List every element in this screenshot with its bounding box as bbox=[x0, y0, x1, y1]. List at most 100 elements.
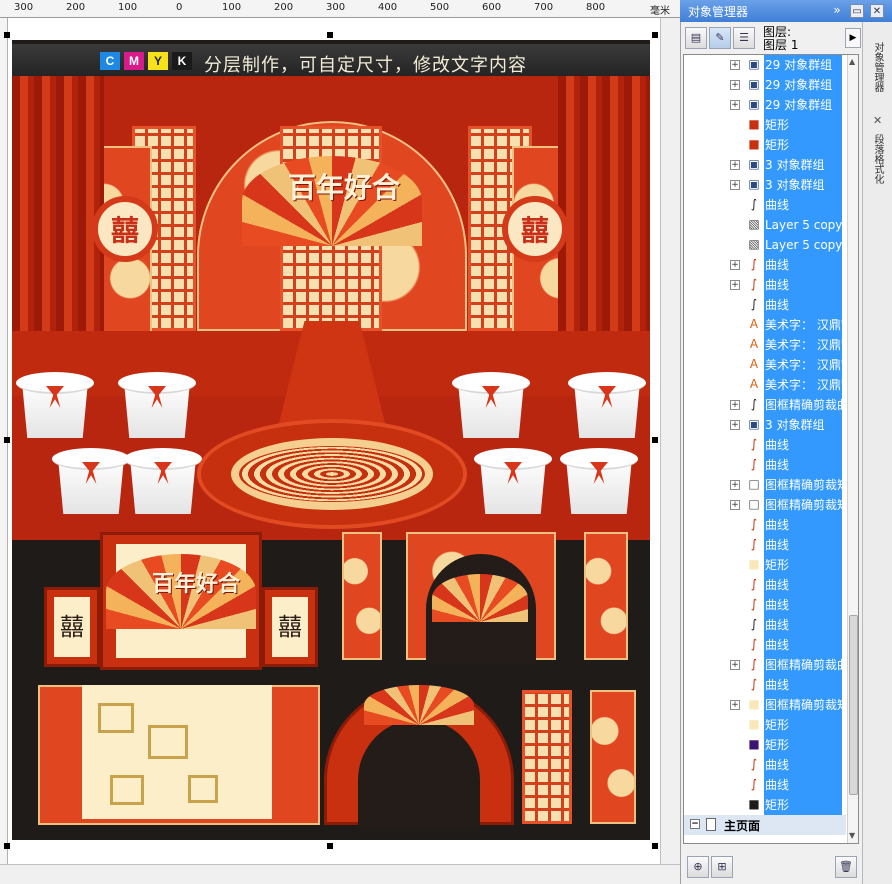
object-row[interactable]: ∫ 曲线 bbox=[684, 615, 844, 635]
object-row[interactable]: + ∫ 曲线 bbox=[684, 275, 844, 295]
object-row[interactable]: + ▣ 3 对象群组 bbox=[684, 415, 844, 435]
object-row[interactable]: ∫ 曲线 bbox=[684, 575, 844, 595]
object-row[interactable]: + ▣ 3 对象群组 bbox=[684, 155, 844, 175]
selection-handle[interactable] bbox=[327, 843, 333, 849]
tab-object-manager[interactable]: 对象管理器 bbox=[871, 42, 885, 92]
layer-menu-arrow-icon[interactable]: ▶ bbox=[845, 28, 861, 48]
canvas-vertical-scrollbar[interactable] bbox=[660, 18, 680, 864]
arch-gate-sample[interactable] bbox=[324, 685, 514, 829]
object-row[interactable]: ∫ 曲线 bbox=[684, 535, 844, 555]
horizontal-ruler[interactable]: 300 200 100 0 100 200 300 400 500 600 70… bbox=[0, 0, 680, 18]
cmyk-banner[interactable]: C M Y K 分层制作，可自定尺寸，修改文字内容 bbox=[12, 44, 650, 78]
object-row[interactable]: + ▣ 29 对象群组 bbox=[684, 75, 844, 95]
object-row[interactable]: + □ 图框精确剪裁矩 bbox=[684, 475, 844, 495]
canvas-horizontal-scrollbar[interactable] bbox=[0, 864, 680, 884]
selection-handle[interactable] bbox=[4, 32, 10, 38]
object-row[interactable]: ∫ 曲线 bbox=[684, 295, 844, 315]
expand-icon[interactable]: + bbox=[730, 260, 740, 270]
object-row[interactable]: ▧ Layer 5 copy bbox=[684, 235, 844, 255]
close-tab-icon[interactable]: ✕ bbox=[873, 114, 882, 127]
expand-icon[interactable]: + bbox=[730, 500, 740, 510]
close-docker-button[interactable]: ✕ bbox=[870, 4, 884, 18]
selection-handle[interactable] bbox=[652, 437, 658, 443]
collapse-docker-button[interactable]: » bbox=[830, 4, 844, 18]
object-row[interactable]: ■ 矩形 bbox=[684, 795, 844, 815]
object-manager-toolbar: ▤ ✎ ☰ 图层: 图层 1 ▶ bbox=[681, 24, 863, 52]
show-properties-icon[interactable]: ▤ bbox=[685, 27, 707, 49]
selection-handle[interactable] bbox=[4, 437, 10, 443]
expand-icon[interactable]: + bbox=[730, 400, 740, 410]
expand-icon[interactable]: + bbox=[730, 700, 740, 710]
selection-handle[interactable] bbox=[4, 843, 10, 849]
layer-manager-icon[interactable]: ☰ bbox=[733, 27, 755, 49]
object-row[interactable]: ■ 矩形 bbox=[684, 555, 844, 575]
expand-icon[interactable]: + bbox=[730, 60, 740, 70]
object-row-label: 3 对象群组 bbox=[764, 415, 842, 435]
moon-gate-sample[interactable] bbox=[342, 532, 632, 664]
object-row[interactable]: ∫ 曲线 bbox=[684, 595, 844, 615]
object-row[interactable]: A 美术字： 汉鼎繁 bbox=[684, 335, 844, 355]
new-layer-icon[interactable]: ⊕ bbox=[687, 856, 709, 878]
expand-icon[interactable]: + bbox=[730, 100, 740, 110]
object-row[interactable]: ■ 矩形 bbox=[684, 715, 844, 735]
object-row[interactable]: A 美术字： 汉鼎繁 bbox=[684, 315, 844, 335]
backdrop-sample[interactable]: 百年好合 囍 囍 bbox=[24, 532, 324, 670]
white-rect-icon: □ bbox=[748, 477, 760, 491]
expand-icon[interactable]: + bbox=[730, 660, 740, 670]
tab-paragraph-format[interactable]: 段落格式化 bbox=[871, 134, 885, 184]
object-row[interactable]: ■ 矩形 bbox=[684, 135, 844, 155]
object-manager-title-bar[interactable]: 对象管理器 » ▭ ✕ bbox=[680, 0, 892, 22]
expand-icon[interactable]: + bbox=[730, 180, 740, 190]
object-row[interactable]: A 美术字： 汉鼎繁 bbox=[684, 375, 844, 395]
object-row[interactable]: ∫ 曲线 bbox=[684, 675, 844, 695]
drawing-workspace[interactable]: 300 200 100 0 100 200 300 400 500 600 70… bbox=[0, 0, 680, 884]
expand-icon[interactable]: + bbox=[730, 160, 740, 170]
object-row[interactable]: + ▣ 3 对象群组 bbox=[684, 175, 844, 195]
object-row[interactable]: ∫ 曲线 bbox=[684, 635, 844, 655]
object-row[interactable]: ∫ 曲线 bbox=[684, 515, 844, 535]
object-row[interactable]: + ∫ 曲线 bbox=[684, 255, 844, 275]
lattice-screen-sample[interactable] bbox=[522, 690, 572, 824]
scroll-down-icon[interactable]: ▼ bbox=[849, 831, 855, 840]
selection-handle[interactable] bbox=[652, 843, 658, 849]
edit-across-layers-icon[interactable]: ✎ bbox=[709, 27, 731, 49]
photo-wall-sample[interactable] bbox=[38, 685, 320, 825]
minimize-docker-button[interactable]: ▭ bbox=[850, 4, 864, 18]
object-row[interactable]: + ▣ 29 对象群组 bbox=[684, 55, 844, 75]
new-master-layer-icon[interactable]: ⊞ bbox=[711, 856, 733, 878]
object-row[interactable]: ∫ 曲线 bbox=[684, 755, 844, 775]
object-row[interactable]: + ▣ 29 对象群组 bbox=[684, 95, 844, 115]
expand-icon[interactable]: + bbox=[730, 480, 740, 490]
delete-icon[interactable]: 🗑 bbox=[835, 856, 857, 878]
object-row[interactable]: ■ 矩形 bbox=[684, 115, 844, 135]
object-row-label: 曲线 bbox=[764, 255, 842, 275]
banquet-table bbox=[452, 372, 530, 442]
object-row[interactable]: + □ 图框精确剪裁矩 bbox=[684, 495, 844, 515]
object-row[interactable]: ∫ 曲线 bbox=[684, 195, 844, 215]
design-page[interactable]: C M Y K 分层制作，可自定尺寸，修改文字内容 囍 囍 百年好合 百年好合 … bbox=[12, 40, 650, 840]
fretwork-screen-sample[interactable] bbox=[590, 690, 636, 824]
selection-handle[interactable] bbox=[652, 32, 658, 38]
object-tree[interactable]: + ▣ 29 对象群组 + ▣ 29 对象群组 + ▣ 29 对象群组 ■ 矩形 ■ 矩形 + ▣ 3 对象群… bbox=[683, 54, 859, 844]
collapse-icon[interactable]: − bbox=[690, 819, 700, 829]
expand-icon[interactable]: + bbox=[730, 420, 740, 430]
wedding-stage-render[interactable]: 囍 囍 百年好合 bbox=[12, 76, 650, 540]
ruler-tick: 400 bbox=[378, 2, 398, 13]
object-row[interactable]: ▧ Layer 5 copy bbox=[684, 215, 844, 235]
object-tree-scrollbar[interactable]: ▲ ▼ bbox=[847, 55, 858, 843]
expand-icon[interactable]: + bbox=[730, 80, 740, 90]
object-row[interactable]: ∫ 曲线 bbox=[684, 775, 844, 795]
master-page-row[interactable]: − 主页面 bbox=[684, 815, 846, 835]
object-row[interactable]: ∫ 曲线 bbox=[684, 455, 844, 475]
object-row[interactable]: ■ 矩形 bbox=[684, 735, 844, 755]
object-row[interactable]: + ■ 图框精确剪裁矩 bbox=[684, 695, 844, 715]
object-row[interactable]: A 美术字： 汉鼎繁 bbox=[684, 355, 844, 375]
object-row[interactable]: ∫ 曲线 bbox=[684, 435, 844, 455]
object-row[interactable]: + ∫ 图框精确剪裁曲 bbox=[684, 655, 844, 675]
object-row-label: 矩形 bbox=[764, 115, 842, 135]
selection-handle[interactable] bbox=[327, 32, 333, 38]
scroll-thumb[interactable] bbox=[849, 615, 858, 795]
expand-icon[interactable]: + bbox=[730, 280, 740, 290]
object-row[interactable]: + ∫ 图框精确剪裁曲 bbox=[684, 395, 844, 415]
scroll-up-icon[interactable]: ▲ bbox=[849, 57, 855, 66]
